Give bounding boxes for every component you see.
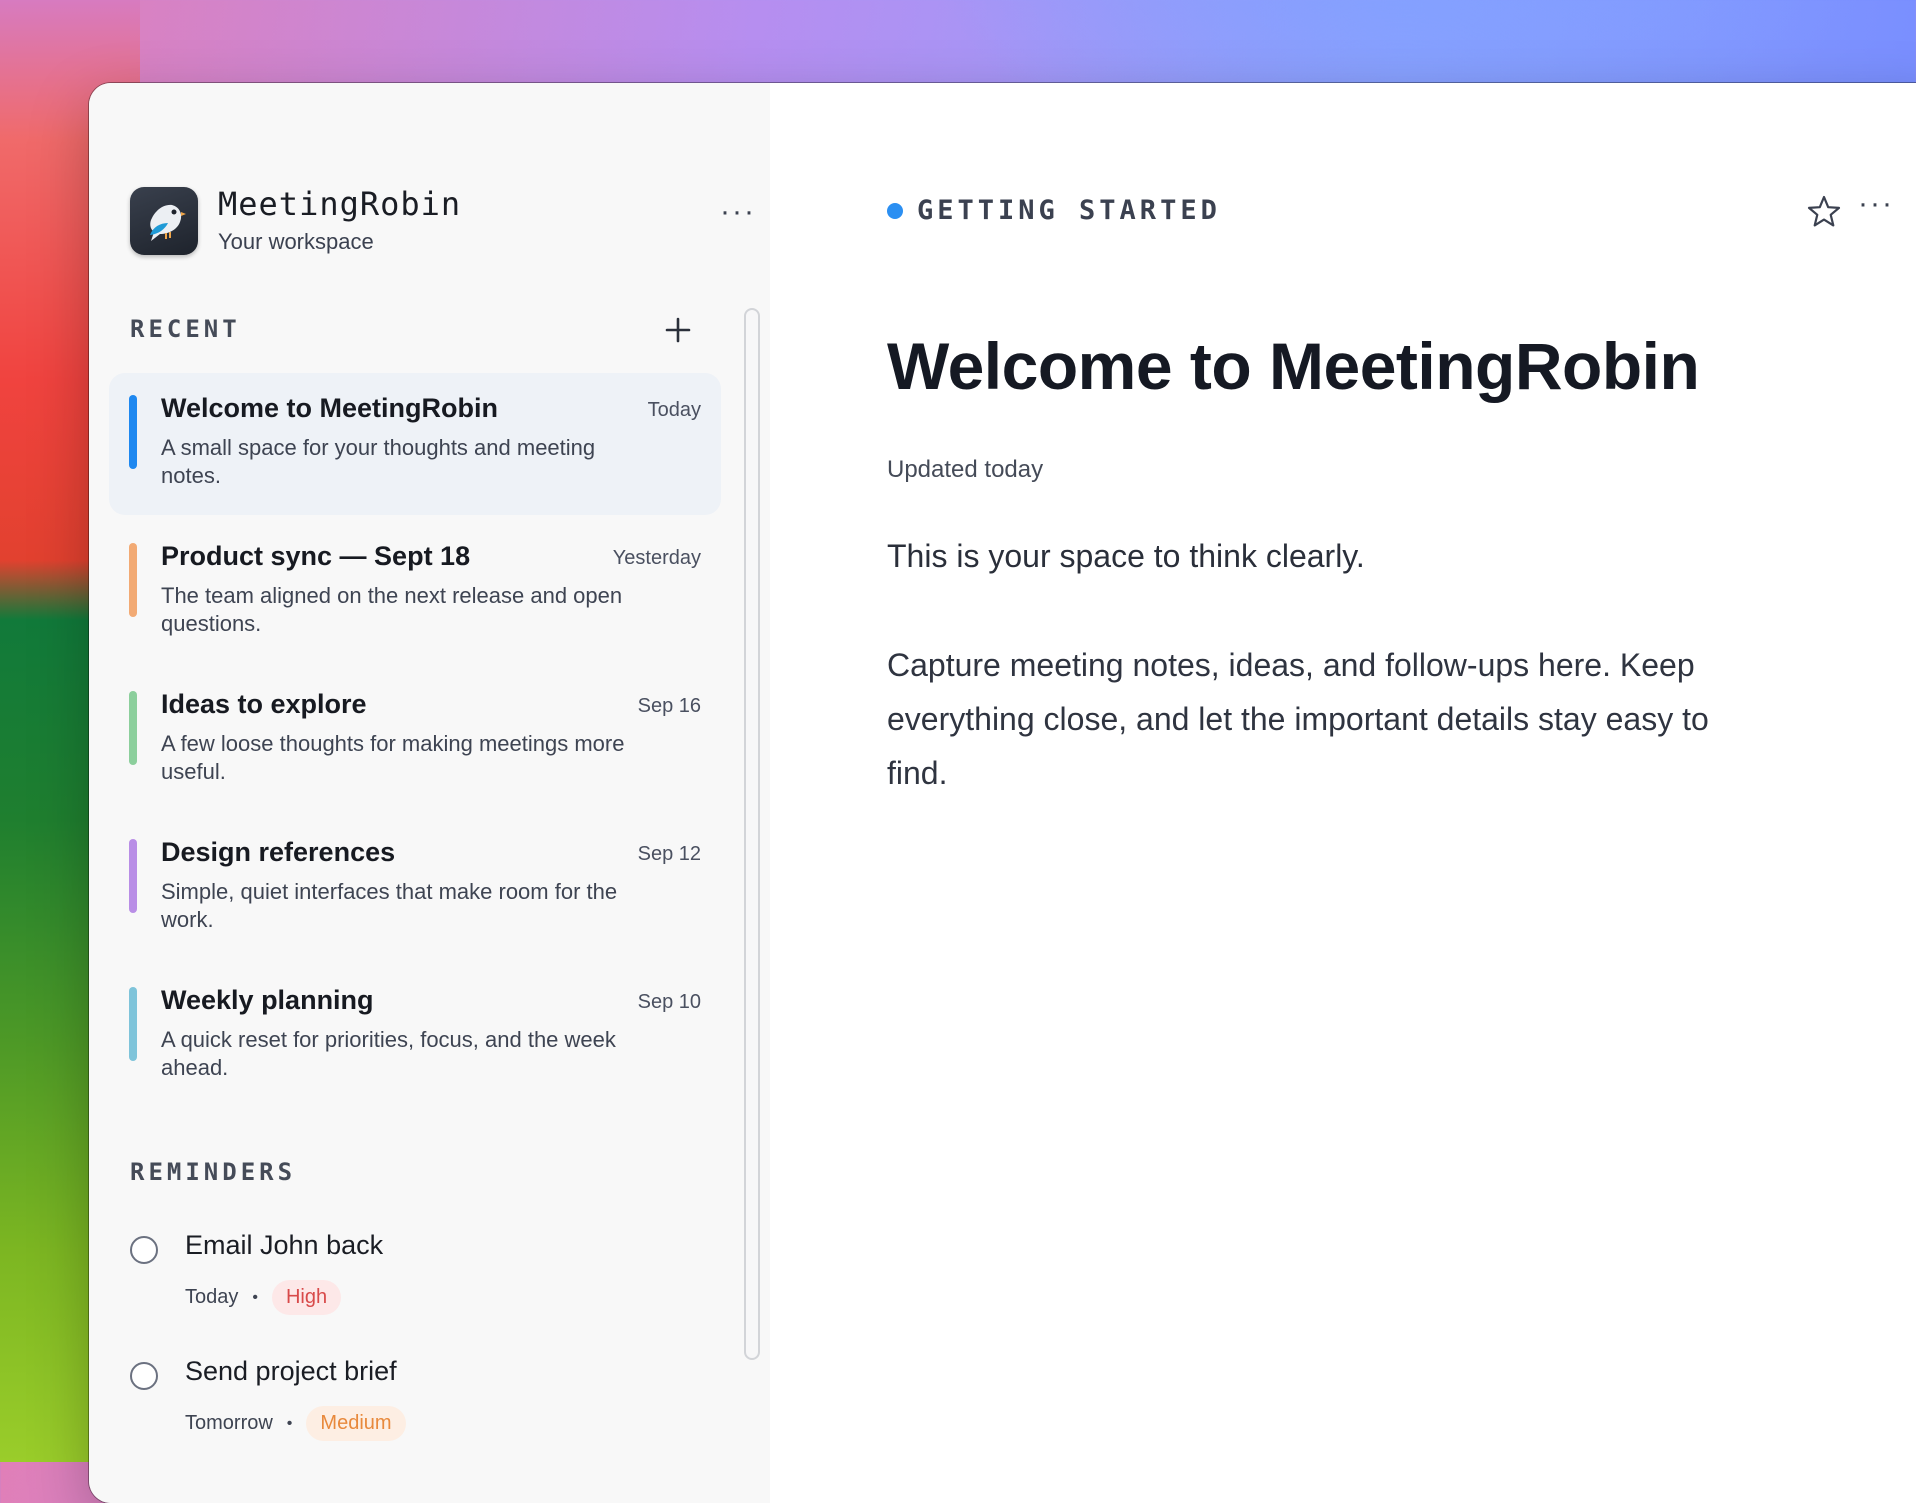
document-lead: This is your space to think clearly. [887,538,1365,574]
note-title: Welcome to MeetingRobin [161,393,499,423]
workspace-label: Your workspace [218,229,374,254]
workspace-header: MeetingRobin Your workspace ··· [130,185,754,255]
plus-icon[interactable] [661,313,695,347]
note-title: Ideas to explore [161,689,367,719]
note-color-bar [129,543,137,617]
sidebar: MeetingRobin Your workspace ··· RECENT W… [89,83,770,1503]
breadcrumb-label: GETTING STARTED [917,195,1221,226]
reminder-due: Tomorrow [185,1412,273,1434]
note-color-bar [129,691,137,765]
updated-timestamp: Updated today [887,456,1044,483]
recent-section-title: RECENT [130,315,241,343]
note-title: Weekly planning [161,985,374,1015]
reminder-meta: Today • High [185,1280,342,1315]
reminder-meta: Tomorrow • Medium [185,1406,406,1441]
note-date: Sep 12 [637,843,701,865]
note-date: Today [647,399,701,421]
note-item-product-sync[interactable]: Product sync — Sept 18 Yesterday The tea… [109,521,721,663]
section-dot-icon [887,202,903,219]
note-preview: Simple, quiet interfaces that make room … [161,879,618,932]
workspace-more-icon[interactable]: ··· [720,195,756,229]
note-item-weekly-planning[interactable]: Weekly planning Sep 10 A quick reset for… [109,965,721,1107]
reminder-item: Send project brief Tomorrow • Medium [130,1356,730,1466]
note-title: Design references [161,837,396,867]
app-window: MeetingRobin Your workspace ··· RECENT W… [89,83,1916,1503]
document-view: GETTING STARTED ··· Welcome to MeetingRo… [770,83,1916,1503]
priority-badge: Medium [306,1406,406,1441]
note-item-welcome[interactable]: Welcome to MeetingRobin Today A small sp… [109,373,721,515]
document-more-icon[interactable]: ··· [1858,187,1894,221]
separator-dot: • [286,1414,293,1432]
document-body: Capture meeting notes, ideas, and follow… [887,647,1709,791]
note-title: Product sync — Sept 18 [161,541,471,571]
note-preview: The team aligned on the next release and… [161,583,623,636]
reminder-title: Email John back [185,1230,384,1260]
reminder-due: Today [185,1286,239,1308]
reminder-item: Email John back Today • High [130,1230,730,1340]
recent-notes-list: Welcome to MeetingRobin Today A small sp… [109,373,721,1113]
note-color-bar [129,987,137,1061]
reminders-section-title: REMINDERS [130,1158,297,1186]
document-title: Welcome to MeetingRobin [887,329,1700,403]
separator-dot: • [252,1288,258,1306]
star-icon[interactable] [1805,193,1843,231]
note-date: Sep 16 [637,695,701,717]
breadcrumb[interactable]: GETTING STARTED [887,195,1221,226]
note-date: Yesterday [612,547,701,569]
priority-badge: High [271,1280,342,1315]
note-preview: A quick reset for priorities, focus, and… [161,1027,616,1080]
note-preview: A small space for your thoughts and meet… [161,435,596,488]
note-preview: A few loose thoughts for making meetings… [161,731,625,784]
note-item-ideas[interactable]: Ideas to explore Sep 16 A few loose thou… [109,669,721,811]
robin-bird-icon [130,187,198,255]
app-name: MeetingRobin [218,185,462,223]
reminder-checkbox[interactable] [130,1236,158,1264]
reminder-title: Send project brief [185,1356,397,1386]
note-date: Sep 10 [637,991,701,1013]
note-item-design-references[interactable]: Design references Sep 12 Simple, quiet i… [109,817,721,959]
note-color-bar [129,839,137,913]
note-color-bar [129,395,137,469]
sidebar-scrollbar[interactable] [744,308,760,1360]
reminder-checkbox[interactable] [130,1362,158,1390]
